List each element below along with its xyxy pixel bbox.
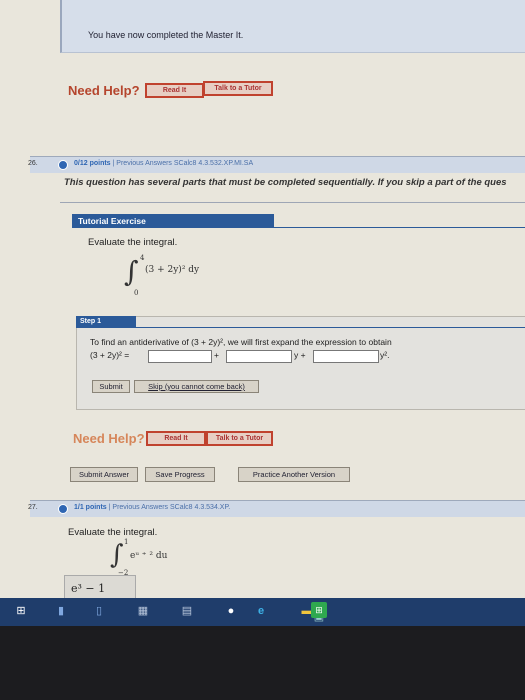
submit-answer-button[interactable]: Submit Answer	[70, 467, 138, 482]
app-icon[interactable]: ▤	[178, 602, 196, 620]
submit-step-button[interactable]: Submit	[92, 380, 130, 393]
integral-sign-icon: ∫	[110, 540, 124, 570]
read-it-button[interactable]: Read It	[145, 83, 204, 98]
integral-upper: 4	[140, 254, 145, 262]
answer-value: e³ − 1	[71, 582, 106, 595]
talk-to-tutor-button-2[interactable]: Talk to a Tutor	[206, 431, 273, 446]
read-it-button-2[interactable]: Read It	[146, 431, 206, 446]
store-icon[interactable]: ▦	[134, 602, 152, 620]
y-squared-label: y².	[380, 350, 390, 360]
step-rule	[136, 327, 525, 328]
need-help-label: Need Help?	[68, 83, 140, 98]
excel-icon[interactable]: ⊞	[311, 602, 327, 618]
integral-lower: 0	[134, 289, 139, 297]
answer-input-2[interactable]	[226, 350, 292, 363]
previous-answers[interactable]: | Previous Answers SCalc8 4.3.534.XP.	[109, 504, 231, 511]
step-1-panel	[76, 316, 525, 410]
question-meta: 0/12 points | Previous Answers SCalc8 4.…	[74, 160, 253, 167]
completed-text: You have now completed the Master It.	[88, 30, 244, 40]
document-icon[interactable]: ▯	[90, 602, 108, 620]
user-icon[interactable]: ●	[222, 602, 240, 620]
tutorial-rule	[268, 227, 525, 228]
y-plus-label: y +	[294, 350, 306, 360]
need-help-label-2: Need Help?	[73, 431, 145, 446]
task-view-icon[interactable]: ▮	[52, 602, 70, 620]
skip-step-button[interactable]: Skip (you cannot come back)	[134, 380, 259, 393]
step-1-header: Step 1	[76, 316, 136, 328]
evaluate-text: Evaluate the integral.	[88, 237, 178, 248]
question-number: 26.	[28, 160, 38, 167]
expansion-lhs: (3 + 2y)² =	[90, 350, 130, 360]
start-windows-icon[interactable]: ⊞	[12, 602, 30, 620]
sequential-note: This question has several parts that mus…	[64, 177, 507, 188]
status-dot-icon	[58, 160, 68, 170]
taskbar: ⊞ ▮ ▯ ▦ ▤ ● e ▬ ▣ ⊞	[0, 598, 525, 626]
tutorial-exercise-header: Tutorial Exercise	[72, 214, 274, 228]
question-number: 27.	[28, 504, 38, 511]
evaluate-text-27: Evaluate the integral.	[68, 527, 158, 538]
points-link[interactable]: 0/12 points	[74, 160, 111, 167]
integrand: eᵘ ⁺ ² du	[130, 551, 168, 561]
plus-sign: +	[214, 350, 219, 360]
practice-another-version-button[interactable]: Practice Another Version	[238, 467, 350, 482]
divider	[60, 202, 525, 203]
integrand: (3 + 2y)² dy	[145, 265, 200, 275]
status-dot-icon	[58, 504, 68, 514]
question-meta: 1/1 points | Previous Answers SCalc8 4.3…	[74, 504, 230, 511]
answer-display: e³ − 1	[64, 575, 136, 598]
talk-to-tutor-button[interactable]: Talk to a Tutor	[203, 81, 273, 96]
integral-upper: 1	[124, 538, 129, 546]
integral-sign-icon: ∫	[124, 255, 139, 288]
question-26-header: 26. 0/12 points | Previous Answers SCalc…	[28, 156, 525, 173]
completed-banner: You have now completed the Master It.	[60, 0, 525, 53]
answer-input-3[interactable]	[313, 350, 379, 363]
points-link[interactable]: 1/1 points	[74, 504, 107, 511]
internet-explorer-icon[interactable]: e	[252, 602, 270, 620]
browser-viewport: You have now completed the Master It. Ne…	[0, 0, 525, 598]
answer-input-1[interactable]	[148, 350, 212, 363]
previous-answers[interactable]: | Previous Answers SCalc8 4.3.532.XP.MI.…	[113, 160, 254, 167]
step-instruction: To find an antiderivative of (3 + 2y)², …	[90, 337, 392, 347]
save-progress-button[interactable]: Save Progress	[145, 467, 215, 482]
question-27-header: 27. 1/1 points | Previous Answers SCalc8…	[28, 500, 525, 517]
